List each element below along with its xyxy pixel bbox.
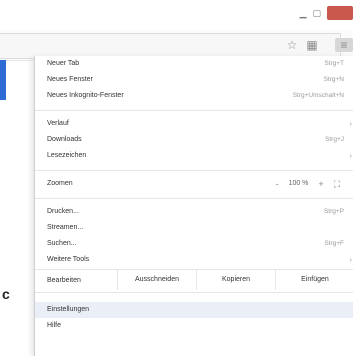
menu-item-settings[interactable]: Einstellungen xyxy=(47,302,353,318)
menu-item-shortcut: Strg+P xyxy=(323,208,344,215)
paste-button[interactable]: Einfügen xyxy=(275,270,353,290)
menu-item-label: Neues Fenster xyxy=(47,76,93,83)
menu-item-help[interactable]: Hilfe xyxy=(47,318,353,334)
maximize-icon[interactable]: ▢ xyxy=(312,8,321,19)
menu-item-shortcut: Strg+F xyxy=(324,240,344,247)
menu-item-downloads[interactable]: Downloads Strg+J xyxy=(47,132,353,148)
menu-item-label: Downloads xyxy=(47,136,82,143)
menu-item-label: Lesezeichen xyxy=(47,152,87,159)
chevron-right-icon: › xyxy=(349,255,352,264)
menu-item-new-incognito-window[interactable]: Neues Inkognito-Fenster Strg+Umschalt+N xyxy=(47,88,353,104)
cut-button[interactable]: Ausschneiden xyxy=(117,270,196,290)
minimize-icon[interactable]: ▁ xyxy=(300,8,307,19)
menu-item-label: Verlauf xyxy=(47,120,69,127)
menu-item-shortcut: Strg+T xyxy=(324,60,344,67)
menu-item-shortcut: Strg+Umschalt+N xyxy=(292,92,344,99)
menu-edit-row: Bearbeiten Ausschneiden Kopieren Einfüge… xyxy=(35,270,353,290)
menu-item-print[interactable]: Drucken... Strg+P xyxy=(47,204,353,220)
menu-item-shortcut: Strg+N xyxy=(323,76,344,83)
menu-item-label: Einstellungen xyxy=(47,306,90,313)
menu-item-find[interactable]: Suchen... Strg+F xyxy=(47,236,353,252)
menu-item-new-tab[interactable]: Neuer Tab Strg+T xyxy=(47,56,353,72)
chevron-right-icon: › xyxy=(349,151,352,160)
window-titlebar: ▁ ▢ xyxy=(0,0,353,30)
menu-item-label: Zoomen xyxy=(47,180,73,187)
menu-divider xyxy=(35,110,353,111)
fullscreen-icon[interactable]: ⛶ xyxy=(334,176,340,192)
menu-divider xyxy=(35,170,353,171)
zoom-controls: - 100 % + ⛶ xyxy=(276,176,340,192)
star-icon[interactable]: ☆ xyxy=(285,38,299,52)
menu-item-shortcut: Strg+J xyxy=(325,136,344,143)
menu-icon[interactable]: ≡ xyxy=(335,38,353,52)
menu-item-label: Streamen... xyxy=(47,224,84,231)
page-text-fragment: c xyxy=(2,286,10,302)
menu-item-more-tools[interactable]: Weitere Tools › xyxy=(47,252,353,268)
page-accent-bar xyxy=(0,60,6,100)
menu-divider xyxy=(35,198,353,199)
menu-item-label: Suchen... xyxy=(47,240,77,247)
menu-divider xyxy=(35,292,353,293)
menu-item-cast[interactable]: Streamen... xyxy=(47,220,353,236)
edit-label: Bearbeiten xyxy=(47,276,81,284)
window-controls: ▁ ▢ xyxy=(257,5,353,21)
menu-item-history[interactable]: Verlauf › xyxy=(47,116,353,132)
close-icon[interactable] xyxy=(327,6,353,20)
menu-item-zoom: Zoomen - 100 % + ⛶ xyxy=(47,176,353,192)
copy-button[interactable]: Kopieren xyxy=(196,270,275,290)
grid-icon[interactable]: ▦ xyxy=(305,38,319,52)
menu-item-label: Drucken... xyxy=(47,208,79,215)
browser-main-menu: Neuer Tab Strg+T Neues Fenster Strg+N Ne… xyxy=(34,56,353,356)
menu-item-label: Neues Inkognito-Fenster xyxy=(47,92,124,99)
zoom-out-button[interactable]: - xyxy=(276,176,279,192)
menu-item-label: Neuer Tab xyxy=(47,60,80,67)
menu-item-bookmarks[interactable]: Lesezeichen › xyxy=(47,148,353,164)
zoom-level: 100 % xyxy=(288,180,309,187)
menu-item-new-window[interactable]: Neues Fenster Strg+N xyxy=(47,72,353,88)
chevron-right-icon: › xyxy=(349,119,352,128)
menu-item-label: Hilfe xyxy=(47,322,62,329)
zoom-in-button[interactable]: + xyxy=(318,176,323,192)
menu-item-label: Weitere Tools xyxy=(47,256,90,263)
